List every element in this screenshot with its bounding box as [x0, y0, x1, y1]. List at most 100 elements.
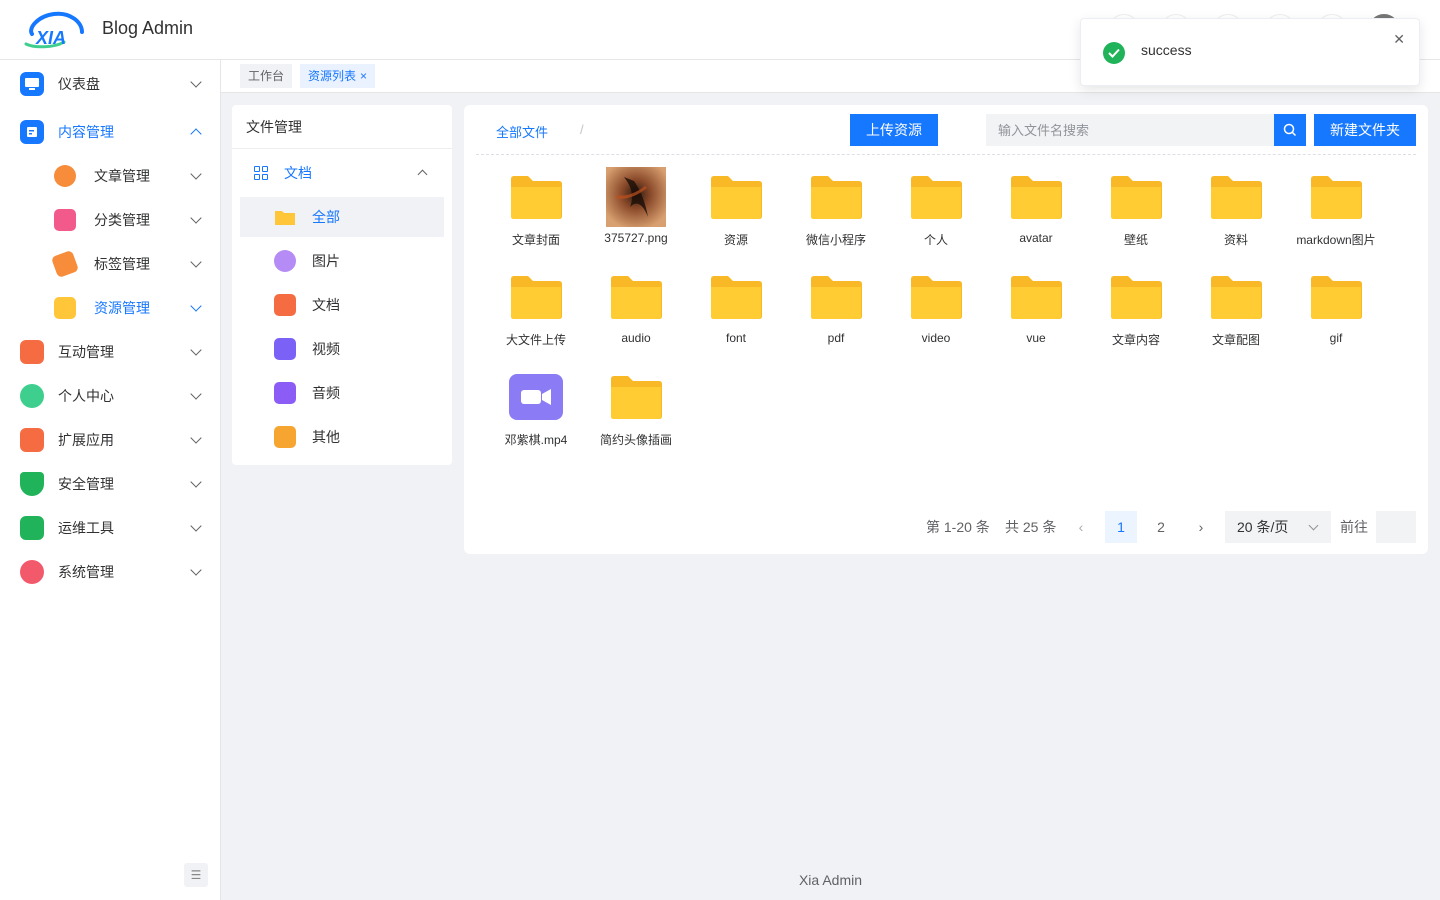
page-size-select[interactable]: 20 条/页 [1225, 511, 1331, 543]
tag-workbench[interactable]: 工作台 [240, 64, 293, 88]
file-item[interactable]: font [686, 267, 786, 367]
file-item[interactable]: 壁纸 [1086, 167, 1186, 267]
search-icon [1283, 123, 1297, 137]
folder-icon [806, 267, 866, 327]
category-all[interactable]: 全部 [240, 197, 444, 237]
file-item[interactable]: 资料 [1186, 167, 1286, 267]
chevron-down-icon [190, 564, 202, 576]
prev-page-icon[interactable]: ‹ [1071, 511, 1091, 543]
file-item[interactable]: 375727.png [586, 167, 686, 267]
sidebar-item-tags[interactable]: 标签管理 [0, 242, 220, 286]
file-item[interactable]: markdown图片 [1286, 167, 1386, 267]
breadcrumb-all-files[interactable]: 全部文件 [496, 122, 548, 141]
file-item[interactable]: 文章封面 [486, 167, 586, 267]
chevron-down-icon [190, 212, 202, 224]
document-icon [274, 294, 296, 316]
category-videos[interactable]: 视频 [240, 329, 444, 369]
file-name: audio [621, 331, 651, 345]
chevron-down-icon [190, 76, 202, 88]
category-other[interactable]: 其他 [240, 417, 444, 457]
file-name: gif [1329, 331, 1343, 345]
logo-text: XIA [35, 28, 66, 48]
sidebar-item-interaction[interactable]: 互动管理 [0, 330, 220, 374]
sidebar: 仪表盘 内容管理 文章管理 分类管理 标签管理 资源管理 互动管理 个人中心 扩… [0, 60, 221, 900]
folder-icon [906, 267, 966, 327]
folder-icon [1106, 167, 1166, 227]
file-item[interactable]: 邓紫棋.mp4 [486, 367, 586, 467]
folder-icon [906, 167, 966, 227]
sidebar-item-system[interactable]: 系统管理 [0, 550, 220, 594]
file-name: 资源 [723, 233, 748, 247]
sidebar-item-categories[interactable]: 分类管理 [0, 198, 220, 242]
file-name: avatar [1019, 231, 1053, 245]
sidebar-item-ops[interactable]: 运维工具 [0, 506, 220, 550]
sidebar-item-security[interactable]: 安全管理 [0, 462, 220, 506]
search-input[interactable] [986, 114, 1274, 146]
file-item[interactable]: 个人 [886, 167, 986, 267]
sidebar-item-resources[interactable]: 资源管理 [0, 286, 220, 330]
file-item[interactable]: 文章配图 [1186, 267, 1286, 367]
category-audio[interactable]: 音频 [240, 373, 444, 413]
extension-icon [20, 428, 44, 452]
tag-label: 资源列表 [308, 69, 357, 83]
sidebar-item-label: 内容管理 [58, 124, 114, 140]
file-item[interactable]: 大文件上传 [486, 267, 586, 367]
category-group-documents[interactable]: 文档 [240, 153, 444, 193]
next-page-icon[interactable]: › [1191, 511, 1211, 543]
chevron-up-icon [417, 169, 428, 180]
sidebar-item-label: 运维工具 [58, 520, 114, 536]
sidebar-item-articles[interactable]: 文章管理 [0, 154, 220, 198]
pagination-range: 第 1-20 条 [926, 519, 990, 535]
page-1[interactable]: 1 [1105, 511, 1137, 543]
sidebar-item-dashboard[interactable]: 仪表盘 [0, 62, 220, 106]
chevron-up-icon [190, 128, 202, 140]
file-item[interactable]: 简约头像插画 [586, 367, 686, 467]
file-item[interactable]: 微信小程序 [786, 167, 886, 267]
success-toast: success ✕ [1080, 18, 1420, 86]
folder-icon [1206, 167, 1266, 227]
upload-button[interactable]: 上传资源 [850, 114, 938, 146]
folder-icon [506, 167, 566, 227]
category-images[interactable]: 图片 [240, 241, 444, 281]
file-name: vue [1026, 331, 1046, 345]
file-grid: 文章封面 375727.png 资源 微信小程序 个人 avatar 壁纸 资料 markdow… [486, 167, 1406, 467]
sidebar-item-extensions[interactable]: 扩展应用 [0, 418, 220, 462]
category-group-label: 文档 [284, 165, 312, 181]
file-item[interactable]: audio [586, 267, 686, 367]
folder-icon [274, 206, 296, 228]
folder-icon [1006, 167, 1066, 227]
chevron-down-icon [190, 256, 202, 268]
breadcrumb-separator: / [580, 122, 584, 137]
search-button[interactable] [1274, 114, 1306, 146]
file-browser: 全部文件 / 上传资源 新建文件夹 文章封面 375727.png 资源 微信小程序 个… [464, 105, 1428, 554]
new-folder-button[interactable]: 新建文件夹 [1314, 114, 1416, 146]
goto-page-input[interactable] [1376, 511, 1416, 543]
user-icon [20, 384, 44, 408]
file-item[interactable]: 文章内容 [1086, 267, 1186, 367]
chevron-down-icon [190, 388, 202, 400]
folder-icon [1006, 267, 1066, 327]
close-icon[interactable]: ✕ [1393, 31, 1405, 48]
file-item[interactable]: avatar [986, 167, 1086, 267]
folder-icon [1306, 167, 1366, 227]
file-item[interactable]: pdf [786, 267, 886, 367]
sidebar-item-profile[interactable]: 个人中心 [0, 374, 220, 418]
collapse-sidebar-button[interactable]: ☰ [184, 863, 208, 887]
tag-resource-list[interactable]: 资源列表 × [300, 64, 376, 88]
close-icon[interactable]: × [360, 69, 367, 83]
category-icon [54, 209, 76, 231]
file-item[interactable]: video [886, 267, 986, 367]
page-2[interactable]: 2 [1145, 511, 1177, 543]
file-item[interactable]: 资源 [686, 167, 786, 267]
file-item[interactable]: vue [986, 267, 1086, 367]
sidebar-item-content[interactable]: 内容管理 [0, 110, 220, 154]
sidebar-item-label: 系统管理 [58, 564, 114, 580]
folder-icon [506, 267, 566, 327]
file-item[interactable]: gif [1286, 267, 1386, 367]
audio-icon [274, 382, 296, 404]
folder-icon [1106, 267, 1166, 327]
file-name: markdown图片 [1296, 233, 1376, 247]
file-name: 资料 [1223, 233, 1248, 247]
category-documents[interactable]: 文档 [240, 285, 444, 325]
monitor-icon [20, 72, 44, 96]
